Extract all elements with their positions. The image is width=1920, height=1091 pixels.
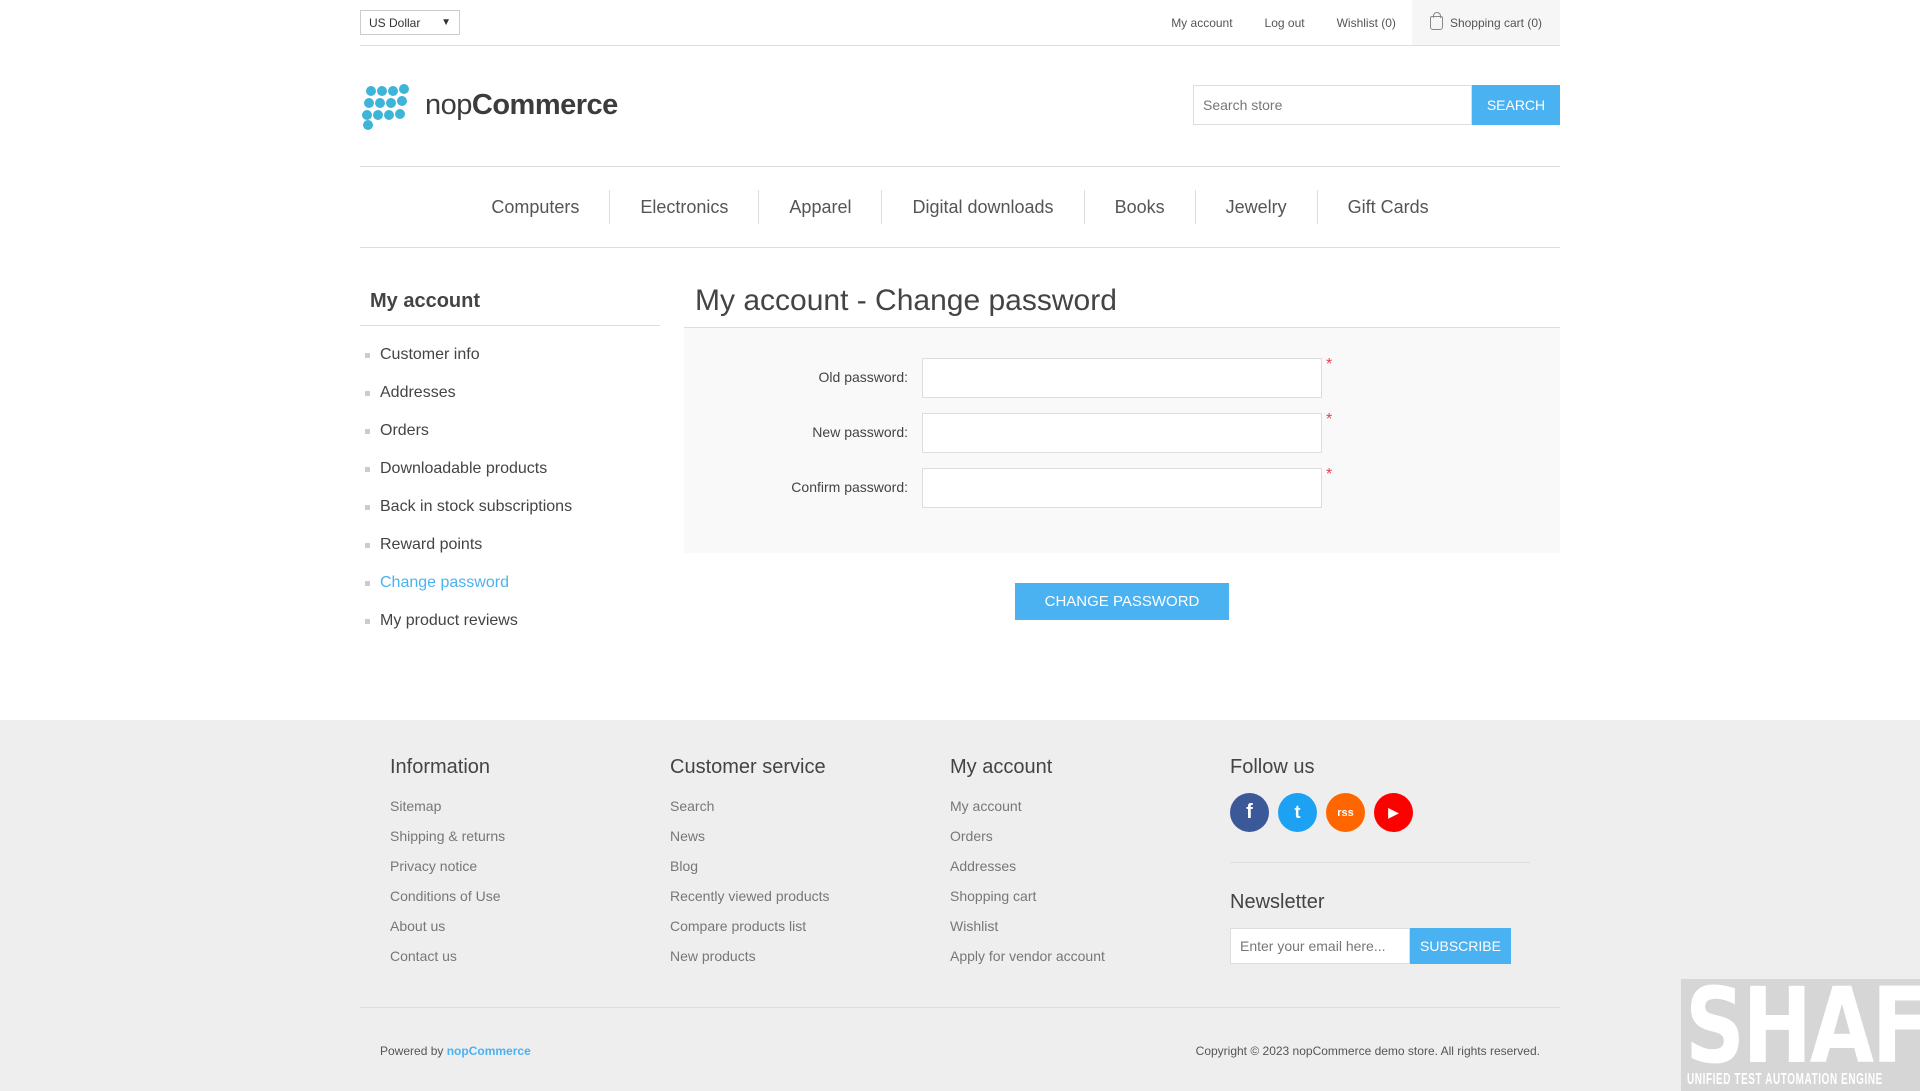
footer-link[interactable]: Addresses [950,853,1105,883]
wishlist-link[interactable]: Wishlist (0) [1321,0,1412,45]
account-navigation: Customer info Addresses Orders Downloadable… [360,336,660,640]
subscribe-button[interactable]: SUBSCRIBE [1410,928,1511,964]
footer-link-list: My account Orders Addresses Shopping cart Wi… [950,793,1105,973]
sidebar-item-addresses[interactable]: Addresses [360,374,660,412]
required-indicator: * [1326,356,1333,373]
footer-heading: Follow us [1230,756,1315,778]
shopping-bag-icon [1429,11,1443,30]
currency-value: US Dollar [369,15,421,30]
footer-customer-service: Customer service Search News Blog Recently … [670,756,830,973]
newsletter-heading: Newsletter [1230,891,1325,913]
divider [1230,862,1530,863]
search-button[interactable]: SEARCH [1472,85,1560,125]
footer-link[interactable]: Orders [950,823,1105,853]
nav-item-jewelry[interactable]: Jewelry [1194,190,1317,224]
logo-text: nopCommerce [425,88,618,121]
nav-item-apparel[interactable]: Apparel [758,190,881,224]
header-top-bar: US Dollar ▼ My account Log out Wishlist … [360,0,1560,46]
footer-link-list: Sitemap Shipping & returns Privacy notice C… [390,793,505,973]
watermark-subtitle: UNIFIED TEST AUTOMATION ENGINE [1687,1071,1883,1088]
footer-heading: Information [390,756,491,778]
youtube-icon[interactable]: ▶ [1374,793,1413,832]
footer-link[interactable]: About us [390,913,505,943]
footer-link[interactable]: Compare products list [670,913,830,943]
sidebar-item-orders[interactable]: Orders [360,412,660,450]
footer-bottom: Powered by nopCommerce Copyright © 2023 … [360,1007,1560,1091]
required-indicator: * [1326,411,1333,428]
twitter-icon[interactable]: t [1278,793,1317,832]
footer-link[interactable]: Search [670,793,830,823]
chevron-down-icon: ▼ [441,17,451,28]
rss-icon[interactable]: rss [1326,793,1365,832]
confirm-password-label: Confirm password: [791,479,908,495]
newsletter-email-input[interactable]: Enter your email here... [1230,928,1410,964]
new-password-label: New password: [812,424,908,440]
footer-heading: Customer service [670,756,826,778]
shaft-watermark: SHAFT UNIFIED TEST AUTOMATION ENGINE [1681,979,1920,1091]
confirm-password-row: Confirm password: * [684,466,1560,508]
footer-link[interactable]: Recently viewed products [670,883,830,913]
footer-link[interactable]: Conditions of Use [390,883,505,913]
sidebar-item-customer-info[interactable]: Customer info [360,336,660,374]
sidebar-item-back-in-stock-subscriptions[interactable]: Back in stock subscriptions [360,488,660,526]
footer-follow-us: Follow us f t rss ▶ Newsletter Enter you… [1230,756,1530,964]
footer-link[interactable]: My account [950,793,1105,823]
sidebar-item-change-password[interactable]: Change password [360,564,660,602]
social-icons: f t rss ▶ [1230,793,1530,832]
confirm-password-input[interactable] [922,468,1322,508]
sidebar-item-reward-points[interactable]: Reward points [360,526,660,564]
footer-link[interactable]: Shipping & returns [390,823,505,853]
old-password-input[interactable] [922,358,1322,398]
sidebar-title: My account [360,280,660,326]
sidebar-item-downloadable-products[interactable]: Downloadable products [360,450,660,488]
nav-item-books[interactable]: Books [1083,190,1195,224]
change-password-button[interactable]: CHANGE PASSWORD [1015,583,1229,620]
newsletter-form: Enter your email here... SUBSCRIBE [1230,928,1530,964]
nopcommerce-link[interactable]: nopCommerce [447,1044,531,1058]
footer-link-list: Search News Blog Recently viewed products Co… [670,793,830,973]
shopping-cart-link[interactable]: Shopping cart (0) [1411,0,1560,45]
footer-link[interactable]: Contact us [390,943,505,973]
required-indicator: * [1326,466,1333,483]
header-links: My account Log out Wishlist (0) Shopping… [1155,0,1560,45]
top-menu: Computers Electronics Apparel Digital downl… [360,166,1560,248]
footer-link[interactable]: Shopping cart [950,883,1105,913]
old-password-label: Old password: [818,369,908,385]
footer-link[interactable]: Privacy notice [390,853,505,883]
footer-my-account: My account My account Orders Addresses Shop… [950,756,1105,973]
sidebar-item-my-product-reviews[interactable]: My product reviews [360,602,660,640]
search-bar: Search store SEARCH [1193,85,1560,125]
powered-by: Powered by nopCommerce [380,1044,531,1058]
nav-item-digital-downloads[interactable]: Digital downloads [881,190,1083,224]
old-password-row: Old password: * [684,356,1560,398]
facebook-icon[interactable]: f [1230,793,1269,832]
footer-link[interactable]: New products [670,943,830,973]
nav-item-electronics[interactable]: Electronics [609,190,758,224]
new-password-input[interactable] [922,413,1322,453]
footer-link[interactable]: Wishlist [950,913,1105,943]
logo[interactable]: nopCommerce [362,84,618,130]
currency-selector[interactable]: US Dollar ▼ [360,10,460,35]
footer-link[interactable]: Apply for vendor account [950,943,1105,973]
shopping-cart-label: Shopping cart (0) [1449,15,1542,30]
logo-dots-icon [362,84,420,130]
change-password-form: Old password: * New password: * Confirm … [684,328,1560,553]
my-account-link[interactable]: My account [1155,0,1248,45]
footer-link[interactable]: Sitemap [390,793,505,823]
copyright: Copyright © 2023 nopCommerce demo store.… [1195,1044,1540,1058]
footer-link[interactable]: News [670,823,830,853]
footer-heading: My account [950,756,1053,778]
log-out-link[interactable]: Log out [1249,0,1321,45]
nav-item-computers[interactable]: Computers [461,190,609,224]
nav-item-gift-cards[interactable]: Gift Cards [1316,190,1459,224]
footer-link[interactable]: Blog [670,853,830,883]
page-title: My account - Change password [684,280,1560,328]
new-password-row: New password: * [684,411,1560,453]
footer-information: Information Sitemap Shipping & returns Pri… [390,756,505,973]
search-input[interactable]: Search store [1193,85,1472,125]
